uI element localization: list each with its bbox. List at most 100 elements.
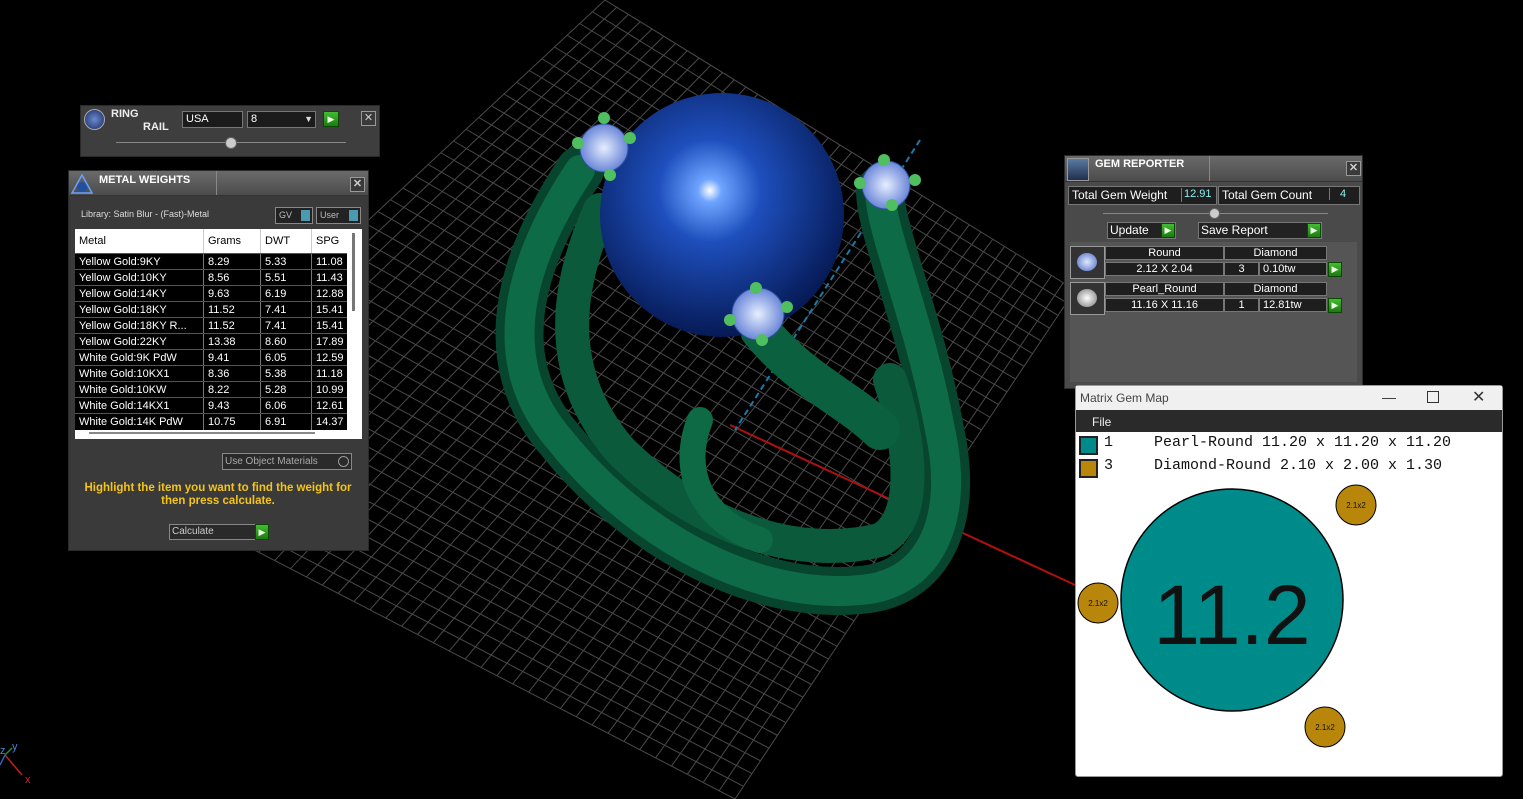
maximize-icon[interactable] xyxy=(1427,391,1439,403)
table-cell: 5.28 xyxy=(261,382,312,398)
metal-weights-table[interactable]: Metal Grams DWT SPG Yellow Gold:9KY 8.29 5… xyxy=(75,229,362,439)
total-gem-count-value: 4 xyxy=(1329,188,1357,200)
gem-reporter-titlebar[interactable]: GEM REPORTER ✕ xyxy=(1065,156,1362,182)
table-cell: White Gold:14KX1 xyxy=(75,398,204,414)
ring-rail-panel: RING RAIL USA 8 ▼ ▶ ✕ xyxy=(80,105,380,157)
save-report-button[interactable]: Save Report ▶ xyxy=(1198,222,1322,239)
radio-icon xyxy=(338,456,349,467)
table-row[interactable]: Yellow Gold:10KY 8.56 5.51 11.43 xyxy=(75,269,347,286)
legend-count: 3 xyxy=(1104,457,1114,474)
table-row[interactable]: Yellow Gold:18KY 11.52 7.41 15.41 xyxy=(75,301,347,318)
table-row[interactable]: Yellow Gold:9KY 8.29 5.33 11.08 xyxy=(75,253,347,270)
gem-reporter-logo-icon xyxy=(1067,158,1089,181)
table-cell: 9.41 xyxy=(204,350,261,366)
gv-toggle[interactable]: GV xyxy=(275,207,313,224)
col-header-spg[interactable]: SPG xyxy=(312,229,347,253)
update-button[interactable]: Update ▶ xyxy=(1107,222,1176,239)
diamond-size-label: 2.1x2 xyxy=(1315,723,1335,732)
gem-select-button[interactable]: ▶ xyxy=(1328,262,1342,277)
table-cell: White Gold:9K PdW xyxy=(75,350,204,366)
table-cell: 8.29 xyxy=(204,254,261,270)
gem-row[interactable]: Round Diamond 2.12 X 2.04 3 0.10tw ▶ xyxy=(1070,246,1350,280)
legend-label: Pearl-Round 11.20 x 11.20 x 11.20 xyxy=(1154,434,1452,451)
axis-triad: x y z xyxy=(0,741,31,786)
library-label: Library: Satin Blur - (Fast)-Metal xyxy=(81,209,210,219)
table-row[interactable]: White Gold:9K PdW 9.41 6.05 12.59 xyxy=(75,349,347,366)
table-cell: Yellow Gold:18KY xyxy=(75,302,204,318)
table-cell: 6.06 xyxy=(261,398,312,414)
total-gem-weight-row: Total Gem Weight 12.91 xyxy=(1068,186,1217,205)
ring-rail-go-button[interactable]: ▶ xyxy=(323,111,339,127)
use-object-materials-toggle[interactable]: Use Object Materials xyxy=(222,453,352,470)
gem-type: Diamond xyxy=(1224,282,1327,296)
diamond-size-label: 2.1x2 xyxy=(1346,501,1366,510)
chevron-down-icon[interactable]: ▼ xyxy=(304,112,313,127)
pearl-sphere xyxy=(600,93,844,337)
table-row[interactable]: White Gold:10KW 8.22 5.28 10.99 xyxy=(75,381,347,398)
table-cell: 9.63 xyxy=(204,286,261,302)
diamond-circle: 2.1x2 xyxy=(1077,582,1119,624)
user-toggle[interactable]: User xyxy=(316,207,361,224)
gem-shape: Pearl_Round xyxy=(1105,282,1224,296)
table-cell: 12.88 xyxy=(316,288,344,300)
gem-map-menubar: File xyxy=(1076,410,1502,432)
calculate-button[interactable]: Calculate ▶ xyxy=(169,524,269,540)
ring-size-value: 8 xyxy=(251,113,258,125)
gem-row[interactable]: Pearl_Round Diamond 11.16 X 11.16 1 12.81tw ▶ xyxy=(1070,282,1350,316)
table-cell: 15.41 xyxy=(316,304,344,316)
table-row[interactable]: White Gold:10KX1 8.36 5.38 11.18 xyxy=(75,365,347,382)
close-icon[interactable]: ✕ xyxy=(1472,387,1485,407)
gem-reporter-slider-handle[interactable] xyxy=(1209,208,1220,219)
table-cell: 8.36 xyxy=(204,366,261,382)
region-field[interactable]: USA xyxy=(182,111,243,128)
table-row[interactable]: Yellow Gold:18KY R... 11.52 7.41 15.41 xyxy=(75,317,347,334)
table-row[interactable]: Yellow Gold:14KY 9.63 6.19 12.88 xyxy=(75,285,347,302)
gem-map-titlebar[interactable]: Matrix Gem Map — ✕ xyxy=(1076,386,1502,411)
table-row[interactable]: White Gold:14K PdW 10.75 6.91 14.37 xyxy=(75,413,347,430)
gem-count: 3 xyxy=(1224,262,1259,276)
gem-weight: 12.81tw xyxy=(1259,298,1327,312)
ring-rail-title-line1: RING xyxy=(111,108,139,120)
col-header-metal[interactable]: Metal xyxy=(75,229,204,253)
diamond-circle: 2.1x2 xyxy=(1304,706,1346,748)
ring-rail-slider-handle[interactable] xyxy=(225,137,237,149)
gem-map-window: Matrix Gem Map — ✕ File 1 Pearl-Round 11.… xyxy=(1075,385,1503,777)
table-cell: White Gold:10KX1 xyxy=(75,366,204,382)
minimize-icon[interactable]: — xyxy=(1382,389,1396,405)
table-cell: 5.51 xyxy=(261,270,312,286)
menu-file[interactable]: File xyxy=(1092,415,1111,429)
user-label: User xyxy=(320,210,340,220)
gv-label: GV xyxy=(279,210,293,220)
metal-weights-close-button[interactable]: ✕ xyxy=(350,177,365,192)
titlebar-divider xyxy=(216,171,217,195)
table-row[interactable]: Yellow Gold:22KY 13.38 8.60 17.89 xyxy=(75,333,347,350)
calculate-go-icon: ▶ xyxy=(255,524,269,540)
table-cell: 12.61 xyxy=(316,400,344,412)
table-cell: 7.41 xyxy=(261,302,312,318)
col-header-grams[interactable]: Grams xyxy=(204,229,261,253)
gem-count: 1 xyxy=(1224,298,1259,312)
horizontal-scrollbar[interactable] xyxy=(89,432,315,434)
ring-size-select[interactable]: 8 ▼ xyxy=(247,111,316,128)
gem-size: 11.16 X 11.16 xyxy=(1105,298,1224,312)
gem-size: 2.12 X 2.04 xyxy=(1105,262,1224,276)
table-cell: 8.60 xyxy=(261,334,312,350)
legend-count: 1 xyxy=(1104,434,1114,451)
table-row[interactable]: White Gold:14KX1 9.43 6.06 12.61 xyxy=(75,397,347,414)
gem-shape: Round xyxy=(1105,246,1224,260)
vertical-scrollbar[interactable] xyxy=(352,233,355,311)
col-header-dwt[interactable]: DWT xyxy=(261,229,312,253)
save-report-label: Save Report xyxy=(1201,223,1268,237)
table-cell: White Gold:10KW xyxy=(75,382,204,398)
gem-select-button[interactable]: ▶ xyxy=(1328,298,1342,313)
ring-rail-close-button[interactable]: ✕ xyxy=(361,111,376,126)
total-gem-weight-label: Total Gem Weight xyxy=(1072,188,1168,202)
table-cell: Yellow Gold:18KY R... xyxy=(75,318,204,334)
gem-reporter-close-button[interactable]: ✕ xyxy=(1346,161,1361,176)
table-header: Metal Grams DWT SPG xyxy=(75,229,347,253)
metal-weights-logo-icon xyxy=(70,173,94,194)
table-cell: 5.38 xyxy=(261,366,312,382)
table-cell: Yellow Gold:10KY xyxy=(75,270,204,286)
table-cell: 12.59 xyxy=(316,352,344,364)
metal-weights-titlebar[interactable]: METAL WEIGHTS ✕ xyxy=(69,171,368,196)
